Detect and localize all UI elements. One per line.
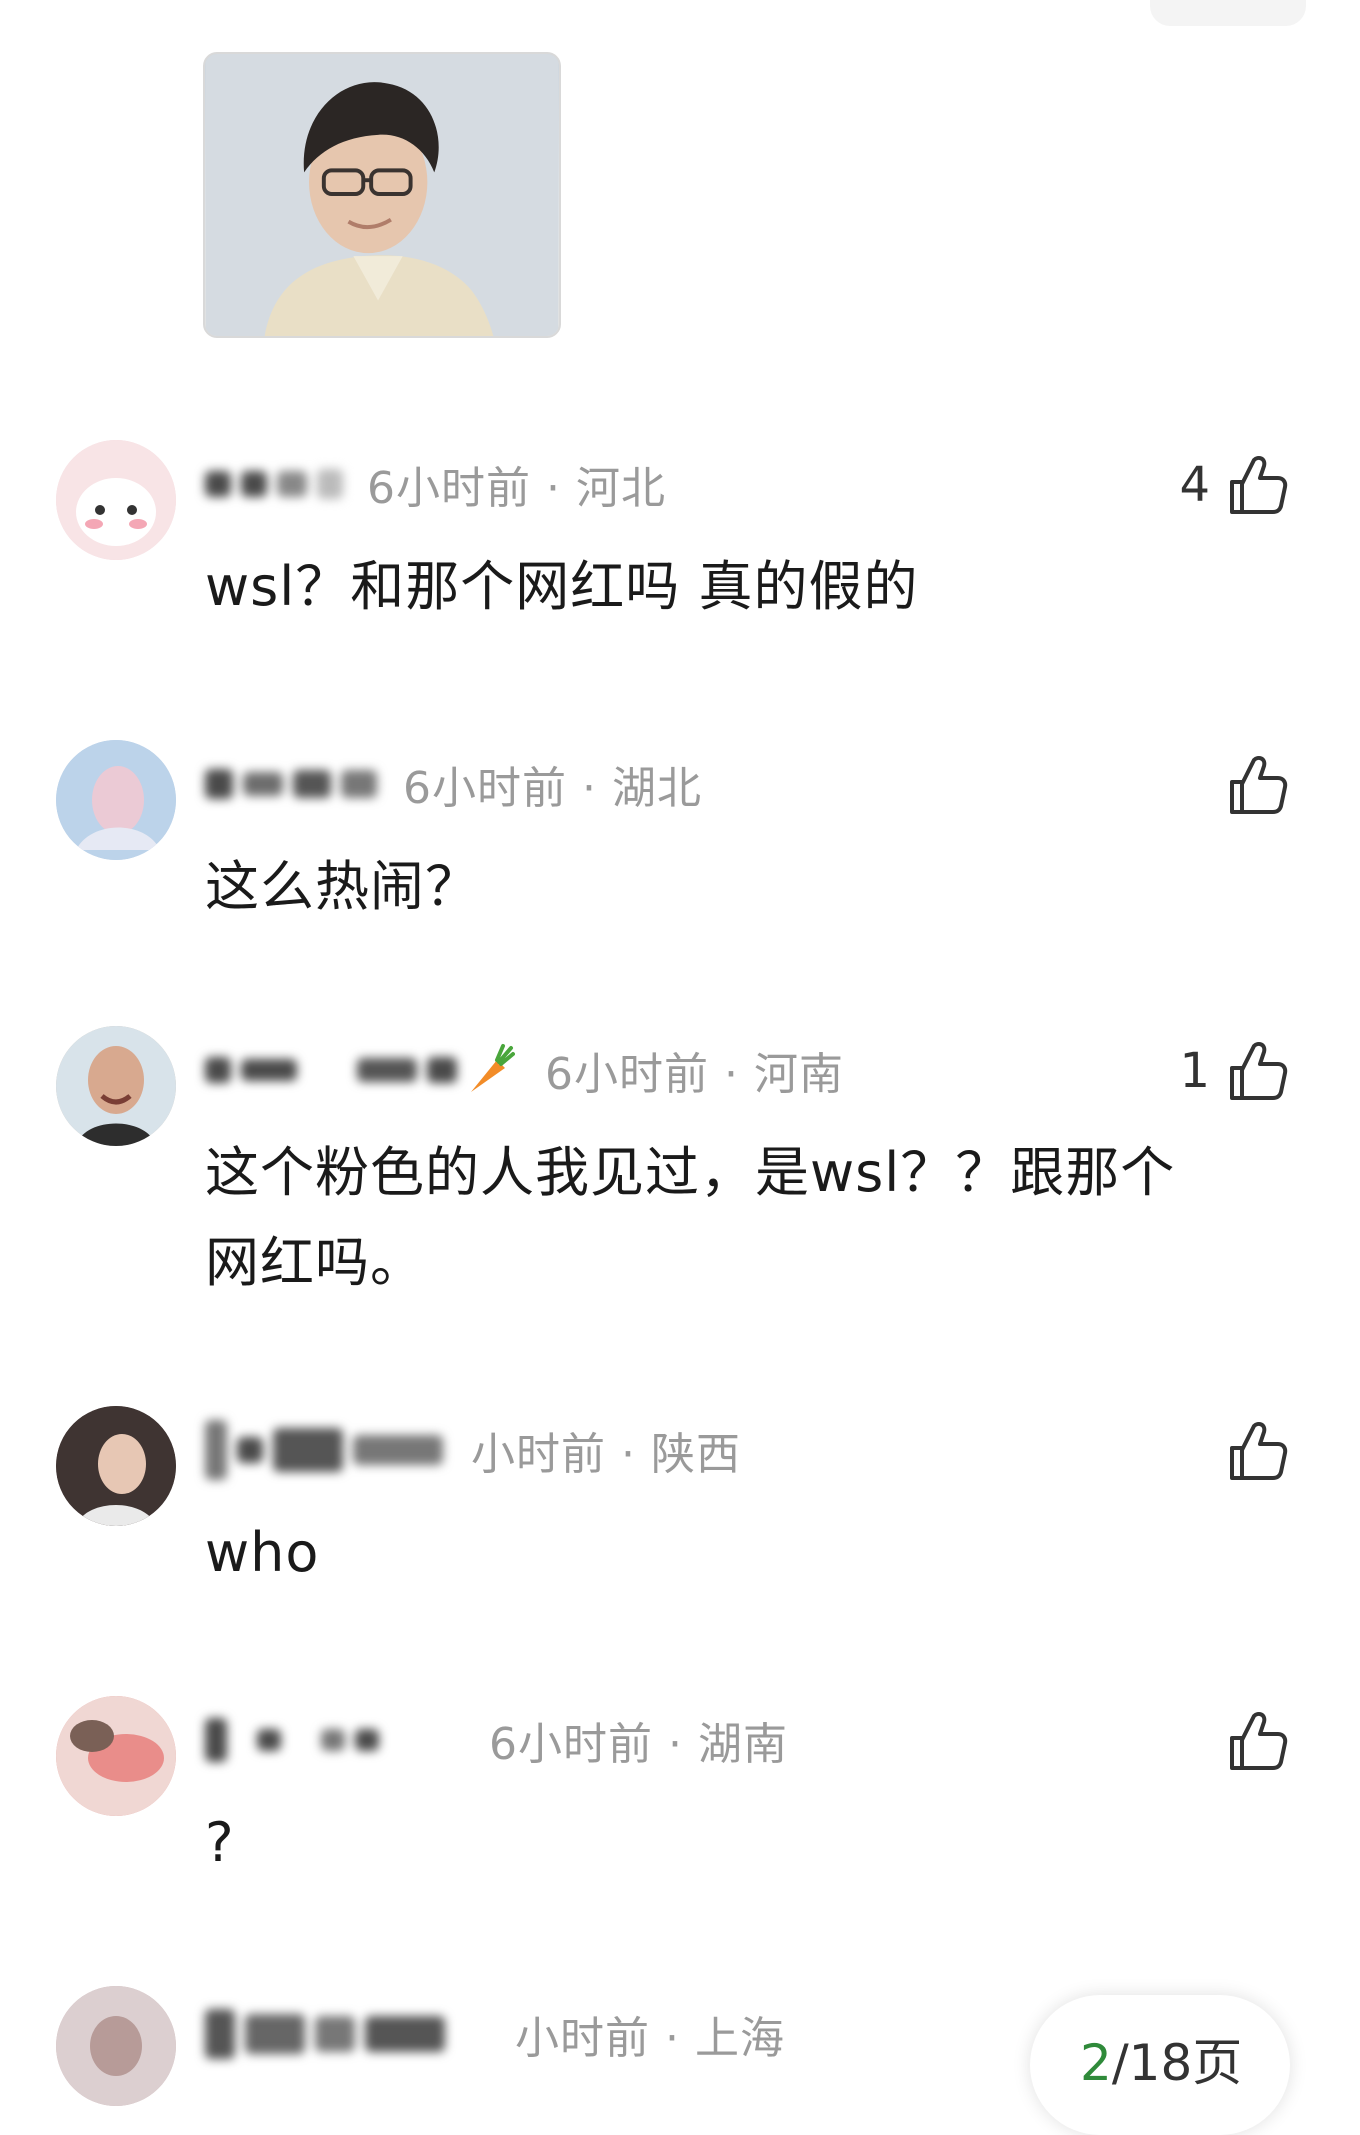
comment-text: 这个粉色的人我见过，是wsl？？跟那个 网红吗。	[205, 1128, 1175, 1308]
photo-illustration	[205, 54, 559, 336]
username-blurred[interactable]	[205, 1420, 443, 1480]
avatar-image	[56, 1696, 176, 1816]
comment-text: who	[205, 1521, 320, 1584]
username-blurred[interactable]	[205, 1718, 379, 1762]
reply-image[interactable]	[203, 52, 561, 338]
username-blurred[interactable]	[205, 769, 377, 799]
avatar-image	[56, 740, 176, 860]
comment-meta: 小时前 · 上海	[205, 2004, 785, 2064]
page-indicator[interactable]: 2/18页	[1030, 1995, 1290, 2135]
user-avatar[interactable]	[56, 1026, 176, 1146]
avatar-image	[56, 1986, 176, 2106]
user-avatar[interactable]	[56, 740, 176, 860]
carrot-emoji-icon	[471, 1044, 515, 1092]
like-button[interactable]	[1210, 1706, 1288, 1776]
comment-meta: 6小时前 · 湖北	[205, 754, 702, 814]
like-count: 4	[1179, 457, 1210, 513]
time-location: 6小时前 · 河北	[367, 463, 666, 514]
username-blurred[interactable]	[205, 469, 343, 499]
total-pages: /18页	[1111, 2034, 1243, 2092]
comment-meta: 6小时前 · 河南	[205, 1040, 844, 1100]
like-button[interactable]	[1210, 750, 1288, 820]
top-pill	[1150, 0, 1306, 26]
time-location: 小时前 · 上海	[515, 2013, 785, 2064]
current-page: 2	[1080, 2034, 1112, 2092]
like-button[interactable]: 4	[1179, 450, 1288, 520]
comment-text-line: 网红吗。	[205, 1231, 425, 1294]
time-location: 小时前 · 陕西	[471, 1429, 741, 1480]
like-button[interactable]	[1210, 1416, 1288, 1486]
user-avatar[interactable]	[56, 1406, 176, 1526]
comment-text-line: 这个粉色的人我见过，是wsl？？跟那个	[205, 1141, 1176, 1204]
time-location: 6小时前 · 湖北	[403, 763, 702, 814]
avatar-image	[56, 1026, 176, 1146]
avatar-image	[56, 1406, 176, 1526]
comment-meta: 小时前 · 陕西	[205, 1420, 741, 1480]
thumbs-up-icon	[1230, 1422, 1288, 1480]
comment-text: wsl？和那个网红吗 真的假的	[205, 555, 919, 618]
comment-text: ?	[205, 1811, 235, 1874]
time-location: 6小时前 · 湖南	[489, 1719, 788, 1770]
comment-meta: 6小时前 · 河北	[205, 454, 666, 514]
avatar-image	[56, 440, 176, 560]
thumbs-up-icon	[1230, 1712, 1288, 1770]
user-avatar[interactable]	[56, 440, 176, 560]
like-button[interactable]: 1	[1179, 1036, 1288, 1106]
thumbs-up-icon	[1230, 1042, 1288, 1100]
thumbs-up-icon	[1230, 456, 1288, 514]
comment-text: 这么热闹？	[205, 855, 480, 918]
user-avatar[interactable]	[56, 1986, 176, 2106]
username-blurred[interactable]	[205, 1057, 457, 1083]
thumbs-up-icon	[1230, 756, 1288, 814]
like-count: 1	[1179, 1043, 1210, 1099]
comment-meta: 6小时前 · 湖南	[205, 1710, 788, 1770]
user-avatar[interactable]	[56, 1696, 176, 1816]
time-location: 6小时前 · 河南	[545, 1049, 844, 1100]
username-blurred[interactable]	[205, 2009, 445, 2059]
